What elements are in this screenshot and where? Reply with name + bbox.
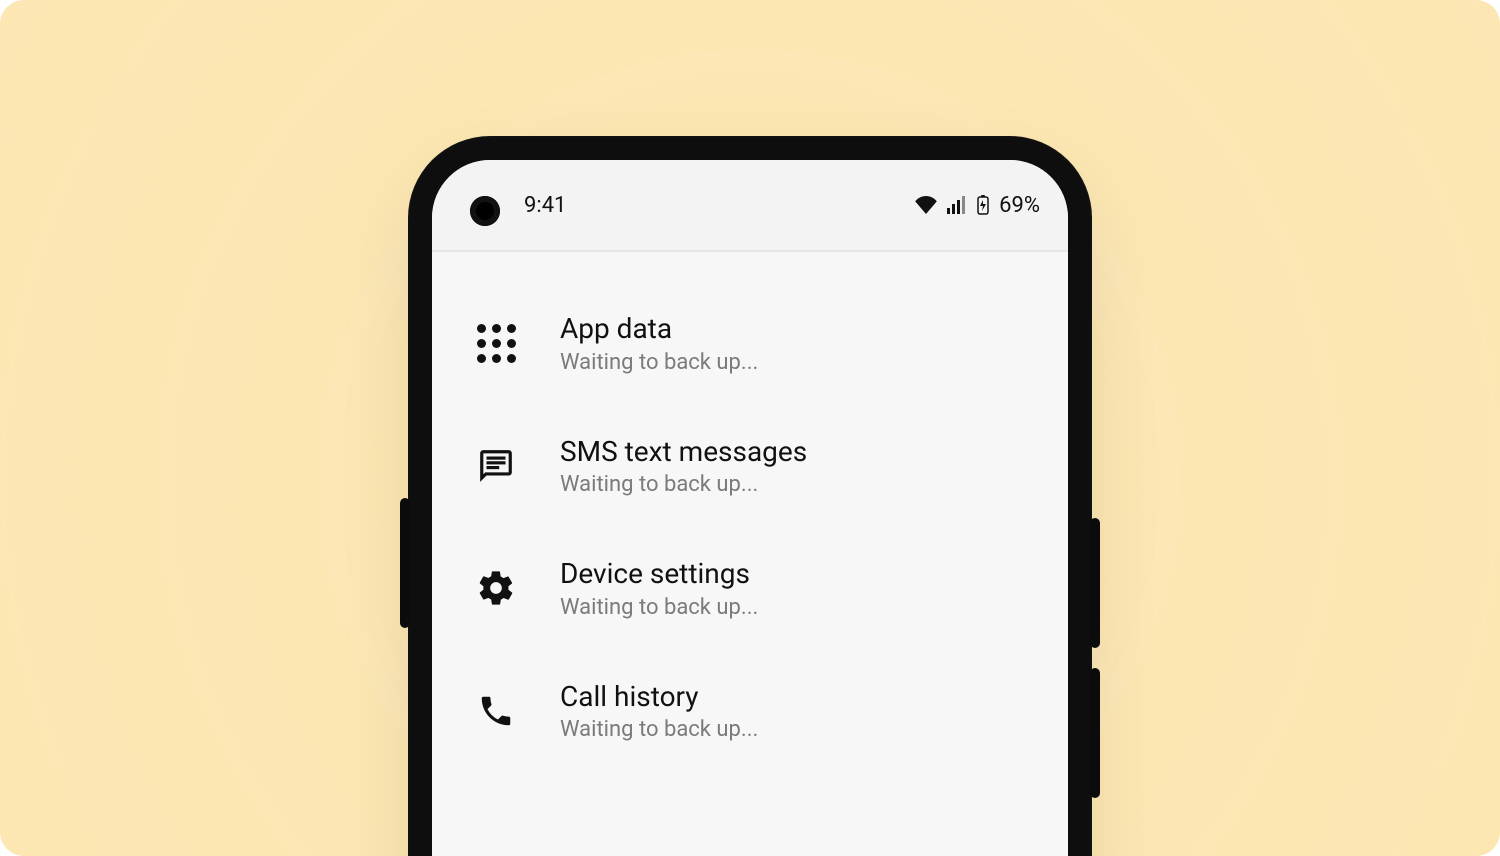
list-item-subtitle: Waiting to back up... [560, 595, 1034, 620]
backup-list: App data Waiting to back up... [432, 252, 1068, 772]
list-item-title: Device settings [560, 557, 1034, 591]
list-item-app-data[interactable]: App data Waiting to back up... [432, 282, 1068, 405]
list-item-subtitle: Waiting to back up... [560, 350, 1034, 375]
gear-icon [466, 568, 526, 608]
list-item-device-settings[interactable]: Device settings Waiting to back up... [432, 527, 1068, 650]
status-battery-percent: 69% [999, 193, 1040, 218]
list-item-call-history[interactable]: Call history Waiting to back up... [432, 650, 1068, 773]
list-item-title: App data [560, 312, 1034, 346]
phone-frame: 9:41 [410, 138, 1090, 856]
battery-icon [977, 195, 989, 215]
phone-screen: 9:41 [432, 160, 1068, 856]
status-bar: 9:41 [432, 160, 1068, 250]
phone-side-button-right-2 [1090, 668, 1100, 798]
list-item-sms[interactable]: SMS text messages Waiting to back up... [432, 405, 1068, 528]
phone-side-button-right-1 [1090, 518, 1100, 648]
phone-side-button-left [400, 498, 410, 628]
status-time: 9:41 [524, 193, 566, 218]
list-item-subtitle: Waiting to back up... [560, 472, 1034, 497]
list-item-subtitle: Waiting to back up... [560, 717, 1034, 742]
hero-canvas: 9:41 [0, 0, 1500, 856]
message-icon [466, 447, 526, 485]
wifi-icon [915, 196, 937, 214]
cellular-signal-icon [947, 196, 967, 214]
status-indicators: 69% [915, 193, 1040, 218]
phone-icon [466, 692, 526, 730]
list-item-title: SMS text messages [560, 435, 1034, 469]
apps-grid-icon [466, 324, 526, 363]
phone-camera-hole [470, 196, 500, 226]
list-item-title: Call history [560, 680, 1034, 714]
